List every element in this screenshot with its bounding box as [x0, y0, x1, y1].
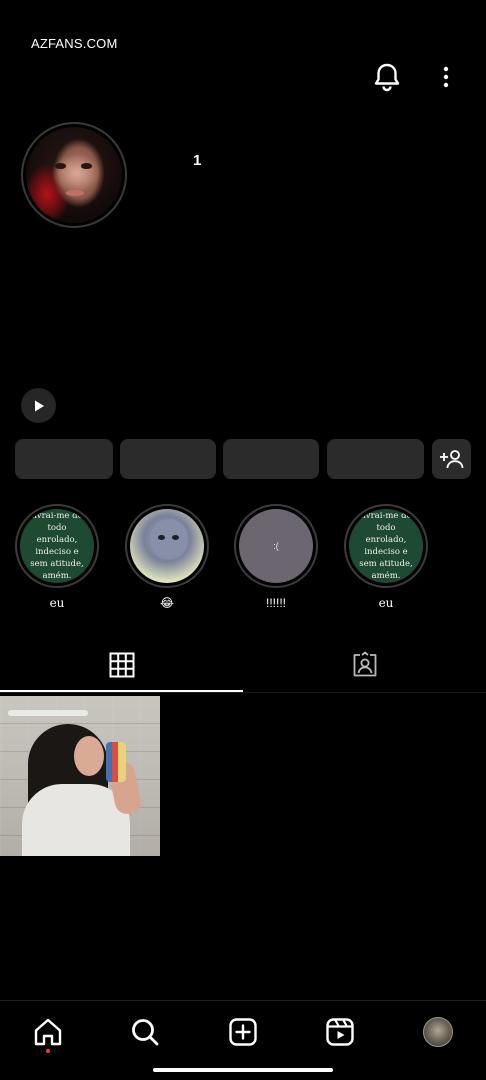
story-highlight[interactable]: livrai-me de todo enrolado, indeciso e s…: [343, 504, 429, 610]
highlight-cover-text: livrai-me de todo enrolado, indeciso e s…: [20, 509, 94, 583]
post-count: 1: [193, 152, 202, 169]
tab-posts-grid[interactable]: [0, 640, 243, 690]
home-indicator: [153, 1068, 333, 1072]
play-button[interactable]: [21, 388, 56, 423]
towel-rail: [8, 710, 88, 716]
play-icon: [34, 400, 44, 411]
post-thumbnail[interactable]: [0, 696, 160, 856]
highlight-label: eu: [378, 596, 394, 610]
tab-tagged[interactable]: [243, 640, 486, 690]
bell-icon: [374, 63, 400, 92]
search-icon: [132, 1019, 159, 1046]
notifications-button[interactable]: [371, 60, 403, 94]
reels-icon: [326, 1018, 354, 1046]
person-plus-icon: [439, 450, 463, 469]
action-button-2[interactable]: [120, 439, 216, 479]
highlight-cover: [125, 504, 209, 588]
story-highlight[interactable]: 😂: [124, 504, 210, 610]
nav-home[interactable]: [28, 1012, 68, 1052]
action-button-3[interactable]: [223, 439, 319, 479]
vertical-dots-icon: [443, 66, 449, 88]
story-highlight[interactable]: livrai-me de todo enrolado, indeciso e s…: [14, 504, 100, 610]
post-figure-face: [74, 736, 104, 776]
highlight-label: eu: [49, 596, 65, 610]
story-highlight[interactable]: :( !!!!!!: [233, 504, 319, 610]
divider: [0, 1000, 486, 1001]
action-button-1[interactable]: [15, 439, 113, 479]
grid-icon: [109, 652, 134, 678]
action-button-4[interactable]: [327, 439, 424, 479]
highlight-cover-image: [130, 509, 204, 583]
highlight-label: 😂: [159, 596, 175, 610]
discover-people-button[interactable]: [432, 439, 471, 479]
nav-search[interactable]: [125, 1012, 165, 1052]
highlight-cover-text: :(: [239, 509, 313, 583]
nav-reels[interactable]: [320, 1012, 360, 1052]
post-figure-phone: [106, 742, 126, 782]
avatar: [423, 1017, 453, 1047]
highlight-label: !!!!!!: [265, 596, 286, 610]
tagged-person-icon: [353, 651, 376, 677]
highlight-cover: :(: [234, 504, 318, 588]
home-icon: [34, 1018, 62, 1046]
profile-photo: [26, 127, 122, 223]
profile-avatar[interactable]: [21, 122, 127, 228]
highlight-cover: livrai-me de todo enrolado, indeciso e s…: [15, 504, 99, 588]
divider: [0, 692, 486, 693]
nav-create[interactable]: [223, 1012, 263, 1052]
watermark: AZFANS.COM: [31, 36, 118, 51]
highlight-cover: livrai-me de todo enrolado, indeciso e s…: [344, 504, 428, 588]
highlight-cover-text: livrai-me de todo enrolado, indeciso e s…: [349, 509, 423, 583]
plus-square-icon: [229, 1018, 257, 1046]
options-menu-button[interactable]: [436, 62, 456, 92]
nav-profile[interactable]: [418, 1012, 458, 1052]
notification-dot: [46, 1049, 50, 1053]
